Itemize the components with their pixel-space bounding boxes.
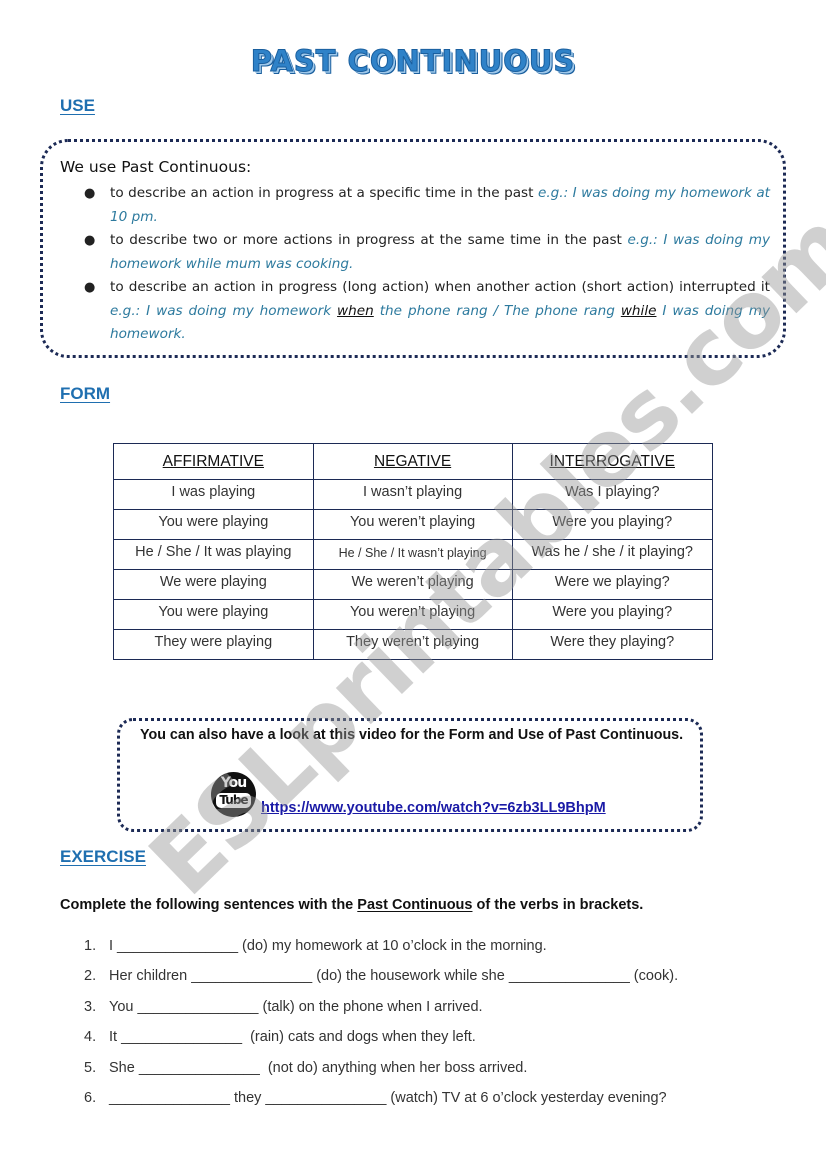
instructions-part: of the verbs in brackets. — [472, 897, 644, 913]
header-affirmative: AFFIRMATIVE — [113, 443, 314, 480]
table-cell: You weren’t playing — [312, 599, 513, 630]
table-cell: I was playing — [113, 479, 314, 510]
page-title: PAST CONTINUOUS — [250, 44, 576, 79]
header-negative: NEGATIVE — [312, 443, 513, 480]
use-item: ● to describe an action in progress (lon… — [84, 276, 770, 347]
youtube-icon-tube: Tube — [216, 793, 251, 808]
exercise-item: 2. Her children _______________ (do) the … — [84, 968, 678, 998]
exercise-list: 1. I _______________ (do) my homework at … — [84, 938, 678, 1120]
table-cell: Were we playing? — [511, 569, 713, 600]
table-cell: He / She / It wasn’t playing — [312, 539, 513, 570]
form-heading: FORM — [60, 384, 111, 403]
use-intro: We use Past Continuous: — [60, 158, 252, 176]
exercise-number: 5. — [84, 1059, 97, 1076]
table-cell: Were they playing? — [511, 629, 713, 660]
use-item-example: e.g.: I was doing my homework when the p… — [110, 303, 770, 343]
table-cell: I wasn’t playing — [312, 479, 513, 510]
header-interrogative: INTERROGATIVE — [511, 443, 713, 480]
example-part: the phone rang / The phone rang — [373, 302, 621, 319]
use-item-text: to describe two or more actions in progr… — [110, 232, 628, 248]
table-cell: They weren’t playing — [312, 629, 513, 660]
table-cell: He / She / It was playing — [113, 539, 314, 570]
use-heading: USE — [60, 96, 95, 115]
table-row: You were playing You weren’t playing Wer… — [113, 599, 713, 630]
table-cell: Was he / she / it playing? — [511, 539, 713, 570]
table-row: You were playing You weren’t playing Wer… — [113, 509, 713, 540]
table-cell: You were playing — [113, 599, 314, 630]
exercise-number: 3. — [84, 998, 97, 1015]
table-cell: Was I playing? — [511, 479, 713, 510]
exercise-sentence: It _______________ (rain) cats and dogs … — [109, 1029, 476, 1046]
instructions-part: Complete the following sentences with th… — [60, 897, 358, 913]
table-row: He / She / It was playing He / She / It … — [113, 539, 713, 570]
table-cell: Were you playing? — [511, 599, 713, 630]
youtube-icon-you: You — [220, 775, 247, 791]
exercise-number: 4. — [84, 1029, 97, 1046]
exercise-number: 2. — [84, 968, 97, 985]
exercise-sentence: You _______________ (talk) on the phone … — [109, 998, 483, 1015]
exercise-sentence: Her children _______________ (do) the ho… — [109, 968, 679, 985]
bullet-icon: ● — [84, 280, 96, 295]
table-row: I was playing I wasn’t playing Was I pla… — [113, 479, 713, 510]
table-row: They were playing They weren’t playing W… — [113, 629, 713, 660]
table-header-row: AFFIRMATIVE NEGATIVE INTERROGATIVE — [113, 443, 713, 480]
youtube-icon[interactable]: You Tube — [211, 772, 256, 817]
example-keyword-while: while — [620, 302, 657, 319]
example-part: e.g.: I was doing my homework — [110, 302, 338, 319]
video-description: You can also have a look at this video f… — [140, 727, 684, 743]
exercise-sentence: She _______________ (not do) anything wh… — [109, 1059, 528, 1076]
bullet-icon: ● — [84, 233, 96, 248]
exercise-number: 6. — [84, 1089, 97, 1106]
exercise-item: 1. I _______________ (do) my homework at … — [84, 938, 678, 968]
example-keyword-when: when — [337, 302, 374, 319]
table-cell: We weren’t playing — [312, 569, 513, 600]
exercise-item: 5. She _______________ (not do) anything … — [84, 1060, 678, 1090]
use-list: ● to describe an action in progress at a… — [84, 182, 770, 347]
table-cell: We were playing — [113, 569, 314, 600]
table-row: We were playing We weren’t playing Were … — [113, 569, 713, 600]
use-item-text: to describe an action in progress (long … — [110, 279, 770, 295]
table-cell: They were playing — [113, 629, 314, 660]
use-item: ● to describe two or more actions in pro… — [84, 229, 770, 276]
exercise-heading: EXERCISE — [60, 847, 146, 866]
table-cell: Were you playing? — [511, 509, 713, 540]
exercise-sentence: I _______________ (do) my homework at 10… — [109, 938, 547, 954]
youtube-link[interactable]: https://www.youtube.com/watch?v=6zb3LL9B… — [261, 800, 606, 816]
bullet-icon: ● — [84, 186, 96, 201]
exercise-instructions: Complete the following sentences with th… — [60, 897, 643, 913]
exercise-sentence: _______________ they _______________ (wa… — [109, 1089, 667, 1106]
exercise-item: 6. _______________ they _______________ (… — [84, 1090, 678, 1120]
exercise-item: 4. It _______________ (rain) cats and dog… — [84, 1029, 678, 1059]
use-item-text: to describe an action in progress at a s… — [110, 185, 538, 201]
use-item: ● to describe an action in progress at a… — [84, 182, 770, 229]
exercise-item: 3. You _______________ (talk) on the phon… — [84, 999, 678, 1029]
instructions-keyword: Past Continuous — [357, 897, 473, 913]
table-cell: You weren’t playing — [312, 509, 513, 540]
table-cell: You were playing — [113, 509, 314, 540]
exercise-number: 1. — [84, 938, 97, 954]
form-table: AFFIRMATIVE NEGATIVE INTERROGATIVE I was… — [113, 443, 713, 660]
